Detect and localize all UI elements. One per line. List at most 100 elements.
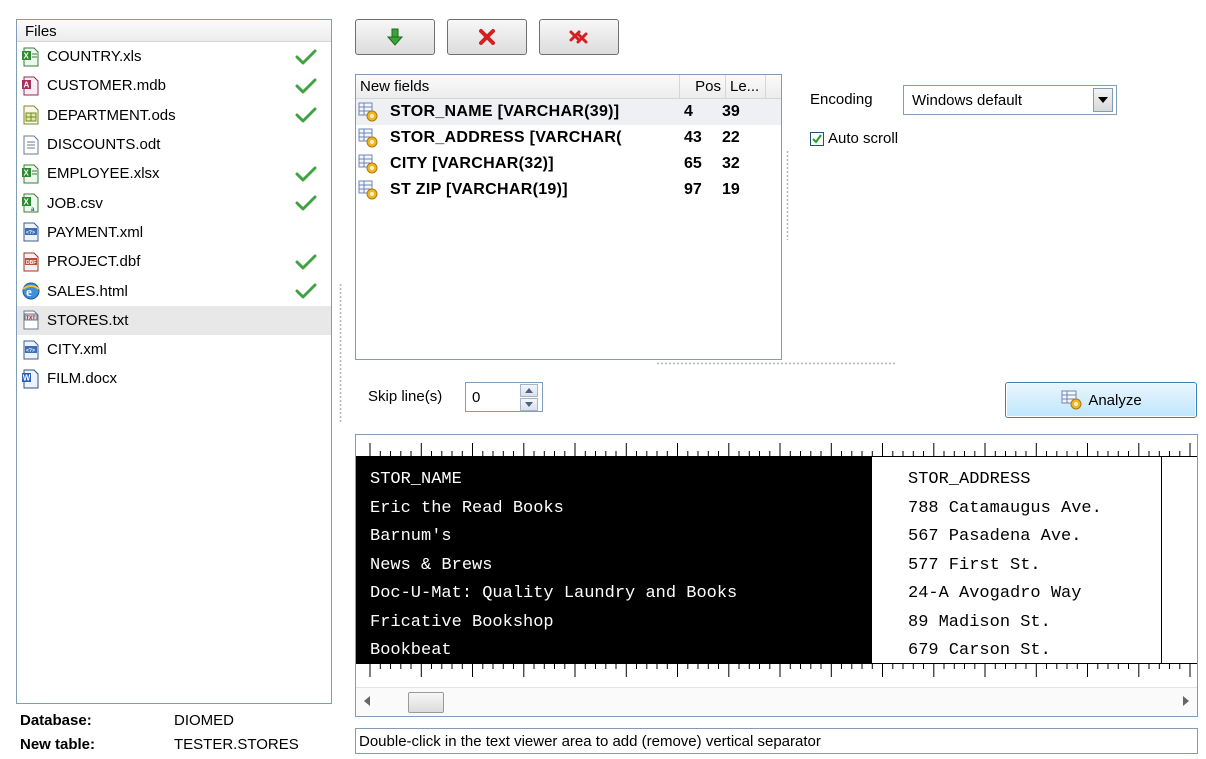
text-line-name: News & Brews (370, 555, 493, 575)
file-name: PAYMENT.xml (47, 223, 144, 241)
column-header-pos[interactable]: Pos (680, 75, 726, 98)
text-line-address: STOR_ADDRESS (908, 470, 1031, 489)
text-line-name: Bookbeat (370, 641, 452, 660)
file-name: EMPLOYEE.xlsx (47, 165, 160, 183)
field-icon (356, 154, 380, 174)
field-length: 32 (722, 155, 740, 172)
word-icon: W (21, 369, 41, 389)
analyze-icon (1061, 390, 1082, 410)
analyze-label: Analyze (1088, 391, 1142, 409)
check-icon (295, 48, 317, 66)
check-icon (295, 77, 317, 95)
text-line-name: STOR_NAME (370, 470, 462, 489)
file-item[interactable]: <?> PAYMENT.xml (17, 218, 331, 247)
file-name: CUSTOMER.mdb (47, 77, 166, 95)
file-item[interactable]: DBF PROJECT.dbf (17, 247, 331, 276)
text-viewer[interactable]: STOR_NAME Eric the Read Books Barnum's News… (355, 434, 1198, 717)
encoding-label: Encoding (810, 91, 873, 108)
file-name: PROJECT.dbf (47, 253, 141, 271)
database-label: Database: (20, 712, 92, 729)
svg-text:DBF: DBF (26, 260, 36, 266)
horizontal-scrollbar[interactable] (356, 687, 1197, 716)
file-item[interactable]: A CUSTOMER.mdb (17, 71, 331, 100)
field-length: 39 (722, 103, 740, 120)
delete-all-fields-button[interactable] (539, 19, 619, 55)
file-name: COUNTRY.xls (47, 48, 142, 66)
field-pos: 43 (684, 129, 702, 146)
new-fields-list: New fields Pos Le... STOR_NAME [VARCHAR(… (355, 74, 782, 360)
field-row[interactable]: STOR_ADDRESS [VARCHAR(43 22 (356, 125, 781, 151)
text-viewer-content[interactable]: STOR_NAME Eric the Read Books Barnum's News… (356, 457, 1197, 663)
file-item[interactable]: DISCOUNTS.odt (17, 130, 331, 159)
file-item[interactable]: DEPARTMENT.ods (17, 101, 331, 130)
ruler-top (356, 435, 1197, 457)
text-line-name: Eric the Read Books (370, 498, 564, 518)
file-item[interactable]: <?> CITY.xml (17, 335, 331, 364)
scrollbar-thumb[interactable] (408, 692, 444, 713)
ruler-bottom (356, 663, 1197, 685)
text-line-address: 788 Catamaugus Ave. (908, 498, 1102, 518)
xml-icon: <?> (21, 340, 41, 360)
encoding-value: Windows default (912, 91, 1023, 109)
svg-text:X: X (24, 198, 30, 207)
file-item[interactable]: e SALES.html (17, 276, 331, 305)
file-item[interactable]: W FILM.docx (17, 364, 331, 393)
spreadsheet-icon (21, 105, 41, 125)
access-icon: A (21, 76, 41, 96)
analyze-button[interactable]: Analyze (1005, 382, 1197, 418)
add-field-button[interactable] (355, 19, 435, 55)
field-row[interactable]: STOR_NAME [VARCHAR(39)] 4 39 (356, 99, 781, 125)
files-header: Files (17, 20, 331, 42)
field-icon (356, 180, 380, 200)
vertical-splitter[interactable] (339, 283, 342, 423)
file-item[interactable]: X EMPLOYEE.xlsx (17, 159, 331, 188)
field-name: CITY [VARCHAR(32)] (390, 155, 554, 172)
excel-icon: X (21, 47, 41, 67)
skip-lines-label: Skip line(s) (368, 388, 443, 405)
spin-up-icon[interactable] (520, 383, 538, 397)
xml-icon: <?> (21, 222, 41, 242)
auto-scroll-label: Auto scroll (828, 130, 899, 147)
field-icon (356, 102, 380, 122)
field-icon (356, 128, 380, 148)
scroll-right-icon[interactable] (1183, 696, 1189, 706)
fields-rows: STOR_NAME [VARCHAR(39)] 4 39 STOR_ADDRESS [… (356, 99, 781, 203)
auto-scroll-checkbox[interactable]: Auto scroll (810, 130, 898, 147)
skip-lines-value[interactable]: 0 (466, 389, 520, 406)
field-row[interactable]: CITY [VARCHAR(32)] 65 32 (356, 151, 781, 177)
text-line-address: 679 Carson St. (908, 641, 1051, 660)
field-length: 19 (722, 181, 740, 198)
delete-field-button[interactable] (447, 19, 527, 55)
spin-down-icon[interactable] (520, 397, 538, 411)
scroll-left-icon[interactable] (364, 696, 370, 706)
field-name: STOR_ADDRESS [VARCHAR( (390, 129, 622, 146)
skip-lines-input[interactable]: 0 (465, 382, 543, 412)
svg-text:A: A (24, 80, 30, 89)
svg-text:<?>: <?> (26, 230, 35, 236)
checkbox-icon[interactable] (810, 131, 824, 146)
new-table-label: New table: (20, 736, 96, 753)
fields-splitter[interactable] (786, 150, 789, 240)
excel-icon: X (21, 164, 41, 184)
check-icon (295, 253, 317, 271)
check-icon (295, 106, 317, 124)
column-header-length[interactable]: Le... (726, 75, 766, 98)
status-bar: Double-click in the text viewer area to … (355, 728, 1198, 754)
horizontal-splitter[interactable] (656, 362, 896, 365)
text-line-address: 24-A Avogadro Way (908, 584, 1082, 603)
file-item[interactable]: TXT STORES.txt (17, 305, 331, 335)
column-header-new-fields[interactable]: New fields (356, 75, 680, 98)
svg-text:TXT: TXT (26, 316, 35, 322)
field-row[interactable]: ST ZIP [VARCHAR(19)] 97 19 (356, 177, 781, 203)
chevron-down-icon[interactable] (1093, 88, 1113, 112)
file-item[interactable]: Xa JOB.csv (17, 188, 331, 217)
svg-text:X: X (24, 168, 30, 177)
delete-icon (479, 29, 495, 45)
file-item[interactable]: X COUNTRY.xls (17, 42, 331, 71)
file-name: CITY.xml (47, 341, 107, 359)
svg-text:W: W (23, 373, 31, 382)
vertical-separator[interactable] (1161, 457, 1162, 663)
fields-header: New fields Pos Le... (356, 75, 781, 99)
encoding-select[interactable]: Windows default (903, 85, 1117, 115)
field-pos: 65 (684, 155, 702, 172)
